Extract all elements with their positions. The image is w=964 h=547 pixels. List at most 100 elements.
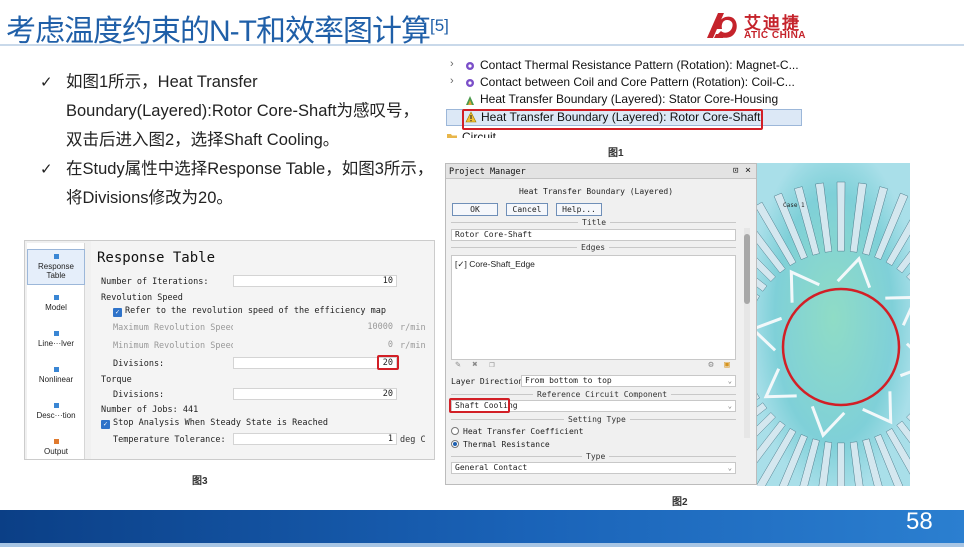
nav-item-model[interactable]: Model xyxy=(27,295,85,312)
contact-pattern-icon xyxy=(466,62,474,70)
refer-speed-checkbox[interactable]: ✓ Refer to the revolution speed of the ef… xyxy=(113,306,386,317)
temp-tolerance-input[interactable]: 1 xyxy=(233,433,397,445)
instruction-bullets: ✓ 如图1所示，Heat Transfer Boundary(Layered):… xyxy=(40,68,440,213)
figure3-highlight-box xyxy=(377,355,399,370)
heat-transfer-boundary-icon xyxy=(466,96,474,105)
case-label: Case 1 xyxy=(783,202,805,209)
folder-icon xyxy=(447,134,457,138)
atic-logo-icon xyxy=(707,13,737,38)
tree-row[interactable]: › Contact between Coil and Core Pattern … xyxy=(446,75,802,92)
nav-icon xyxy=(53,331,59,336)
nav-icon xyxy=(53,367,59,372)
max-speed-label: Maximum Revolution Speed: xyxy=(113,323,241,333)
edges-list[interactable]: [✓] Core-Shaft_Edge xyxy=(451,255,736,360)
checkbox-checked-icon[interactable]: ✓ xyxy=(101,420,110,429)
torque-divisions-label: Divisions: xyxy=(113,390,165,400)
page-number: 58 xyxy=(906,508,933,535)
nav-item-output[interactable]: Output xyxy=(27,439,85,456)
nav-item-label: Response Table xyxy=(37,262,75,280)
project-manager-titlebar: Project Manager ⊡ × xyxy=(446,164,756,179)
radio-heat-transfer-coefficient[interactable]: Heat Transfer Coefficient xyxy=(451,427,583,436)
footer-accent-line xyxy=(0,543,964,547)
type-section-heading: Type xyxy=(582,452,610,461)
slide-title-reference: [5] xyxy=(429,16,449,35)
iterations-input[interactable]: 10 xyxy=(233,275,397,287)
nav-item-nonlinear[interactable]: Nonlinear xyxy=(27,367,85,384)
checkbox-checked-icon[interactable]: ✓ xyxy=(113,308,122,317)
figure2-highlight-box xyxy=(449,398,510,413)
chevron-down-icon: ⌄ xyxy=(727,464,732,472)
type-dropdown[interactable]: General Contact ⌄ xyxy=(451,462,736,474)
torque-divisions-input[interactable]: 20 xyxy=(233,388,397,400)
max-speed-unit: r/min xyxy=(400,323,426,333)
scrollbar-thumb[interactable] xyxy=(744,234,750,304)
bullet-line: 如图1所示，Heat Transfer xyxy=(66,73,258,91)
speed-divisions-input[interactable]: 20 xyxy=(233,357,397,369)
nav-item-label: Line···lver xyxy=(37,339,74,348)
pin-icon[interactable]: ⊡ xyxy=(733,166,738,176)
figure2-caption: 图2 xyxy=(672,497,688,508)
ok-button[interactable]: OK xyxy=(452,203,498,216)
nav-icon xyxy=(53,439,59,444)
select-icon[interactable]: ▣ xyxy=(722,360,732,370)
help-button[interactable]: Help... xyxy=(556,203,602,216)
expand-arrow-icon[interactable]: › xyxy=(450,75,454,87)
expand-arrow-icon[interactable]: › xyxy=(450,58,454,70)
nav-item-response-table[interactable]: Response Table xyxy=(27,249,85,285)
temp-tolerance-unit: deg C xyxy=(400,435,426,445)
bullet-line: Boundary(Layered):Rotor Core-Shaft为感叹号， xyxy=(66,102,420,120)
check-icon: ✓ xyxy=(40,161,53,178)
tree-row[interactable]: › Contact Thermal Resistance Pattern (Ro… xyxy=(446,58,802,75)
copy-icon[interactable]: ❐ xyxy=(487,360,497,370)
layer-direction-dropdown[interactable]: From bottom to top ⌄ xyxy=(521,375,736,387)
settings-icon[interactable]: ⚙ xyxy=(706,360,716,370)
radio-unselected-icon[interactable] xyxy=(451,427,459,435)
tree-row-label: Heat Transfer Boundary (Layered): Stator… xyxy=(480,92,779,106)
check-icon: ✓ xyxy=(40,74,53,91)
min-speed-input: 0 xyxy=(233,339,397,351)
layer-direction-value: From bottom to top xyxy=(525,376,612,385)
bullet-line: 将Divisions修改为20。 xyxy=(66,189,233,207)
bullet-item: ✓ 如图1所示，Heat Transfer Boundary(Layered):… xyxy=(40,68,440,155)
figure3-caption: 图3 xyxy=(192,476,208,487)
stop-steady-state-label: Stop Analysis When Steady State is Reach… xyxy=(113,418,328,428)
bullet-line: 在Study属性中选择Response Table，如图3所示， xyxy=(66,160,434,178)
tree-row-label: Contact Thermal Resistance Pattern (Rota… xyxy=(480,58,799,72)
speed-divisions-label: Divisions: xyxy=(113,359,165,369)
project-manager-title: Project Manager xyxy=(449,167,526,177)
cancel-button[interactable]: Cancel xyxy=(506,203,548,216)
title-divider xyxy=(0,44,964,46)
title-field[interactable]: Rotor Core-Shaft xyxy=(451,229,736,241)
edges-section-heading: Edges xyxy=(577,243,610,252)
close-icon[interactable]: × xyxy=(745,165,751,176)
chevron-down-icon: ⌄ xyxy=(727,377,732,385)
setting-type-section-heading: Setting Type xyxy=(564,415,630,424)
figure1-caption: 图1 xyxy=(608,148,624,159)
nav-item-linear-solver[interactable]: Line···lver xyxy=(27,331,85,348)
edge-list-item[interactable]: [✓] Core-Shaft_Edge xyxy=(455,259,535,270)
tree-row[interactable]: Heat Transfer Boundary (Layered): Stator… xyxy=(446,92,802,109)
edge-name: Core-Shaft_Edge xyxy=(469,259,535,269)
figure2-project-manager: Project Manager ⊡ × Heat Transfer Bounda… xyxy=(445,163,757,485)
nav-item-label: Model xyxy=(45,303,67,312)
nav-item-description[interactable]: Desc···tion xyxy=(27,403,85,420)
radio-selected-icon[interactable] xyxy=(451,440,459,448)
checkbox-checked-icon[interactable]: [✓] xyxy=(455,259,467,269)
iterations-label: Number of Iterations: xyxy=(101,277,209,287)
nav-item-label: Output xyxy=(43,447,68,456)
edit-icon[interactable]: ✎ xyxy=(453,360,463,370)
nav-icon xyxy=(53,254,59,259)
delete-icon[interactable]: ✖ xyxy=(470,360,480,370)
radio-label: Thermal Resistance xyxy=(463,440,550,449)
refer-speed-label: Refer to the revolution speed of the eff… xyxy=(125,306,386,316)
scrollbar[interactable] xyxy=(744,228,750,438)
company-logo: 艾迪捷 ATIC CHINA xyxy=(704,8,816,42)
min-speed-unit: r/min xyxy=(400,341,426,351)
nav-icon xyxy=(53,295,59,300)
motor-model-view[interactable]: Case 1 xyxy=(757,163,910,486)
radio-thermal-resistance[interactable]: Thermal Resistance xyxy=(451,440,550,449)
stop-steady-state-checkbox[interactable]: ✓ Stop Analysis When Steady State is Reac… xyxy=(101,418,328,429)
figure3-response-table-panel: Response Table Model Line···lver Nonline… xyxy=(24,240,435,460)
footer-bar xyxy=(0,510,964,543)
number-of-jobs: Number of Jobs: 441 xyxy=(101,405,199,415)
